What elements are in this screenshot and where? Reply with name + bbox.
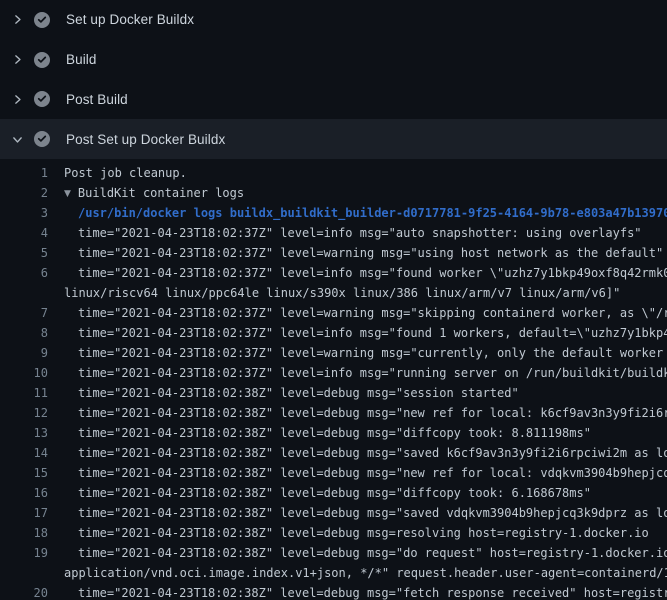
log-line: 1 Post job cleanup. bbox=[0, 163, 667, 183]
log-line-number[interactable]: 1 bbox=[0, 166, 48, 180]
step-label: Post Set up Docker Buildx bbox=[66, 132, 225, 147]
log-line-text: time="2021-04-23T18:02:38Z" level=debug … bbox=[48, 386, 667, 400]
log-line-number[interactable]: 16 bbox=[0, 486, 48, 500]
log-line-text: time="2021-04-23T18:02:38Z" level=debug … bbox=[48, 426, 667, 440]
log-line-number[interactable]: 4 bbox=[0, 226, 48, 240]
log-line-text: application/vnd.oci.image.index.v1+json,… bbox=[48, 566, 667, 580]
log-line-text: time="2021-04-23T18:02:38Z" level=debug … bbox=[48, 446, 667, 460]
log-line-number[interactable]: 11 bbox=[0, 386, 48, 400]
log-line: 11 time="2021-04-23T18:02:38Z" level=deb… bbox=[0, 383, 667, 403]
log-line: 12 time="2021-04-23T18:02:38Z" level=deb… bbox=[0, 403, 667, 423]
log-line-text: time="2021-04-23T18:02:37Z" level=info m… bbox=[48, 326, 667, 340]
log-line-text: time="2021-04-23T18:02:38Z" level=debug … bbox=[48, 586, 667, 600]
log-line: 8 time="2021-04-23T18:02:37Z" level=info… bbox=[0, 323, 667, 343]
chevron-right-icon bbox=[8, 11, 26, 29]
log-line-number[interactable]: 6 bbox=[0, 266, 48, 280]
log-line-text: time="2021-04-23T18:02:37Z" level=warnin… bbox=[48, 346, 667, 360]
log-line: 15 time="2021-04-23T18:02:38Z" level=deb… bbox=[0, 463, 667, 483]
log-line: 17 time="2021-04-23T18:02:38Z" level=deb… bbox=[0, 503, 667, 523]
log-line: application/vnd.oci.image.index.v1+json,… bbox=[0, 563, 667, 583]
log-line: 18 time="2021-04-23T18:02:38Z" level=deb… bbox=[0, 523, 667, 543]
log-line: 3 /usr/bin/docker logs buildx_buildkit_b… bbox=[0, 203, 667, 223]
log-line-text: time="2021-04-23T18:02:38Z" level=debug … bbox=[48, 406, 667, 420]
log-line-text: time="2021-04-23T18:02:37Z" level=info m… bbox=[48, 366, 667, 380]
log-line: 20 time="2021-04-23T18:02:38Z" level=deb… bbox=[0, 583, 667, 600]
log-line-number[interactable]: 7 bbox=[0, 306, 48, 320]
log-line: 7 time="2021-04-23T18:02:37Z" level=warn… bbox=[0, 303, 667, 323]
log-line-number[interactable]: 3 bbox=[0, 206, 48, 220]
log-line: 9 time="2021-04-23T18:02:37Z" level=warn… bbox=[0, 343, 667, 363]
log-group-line[interactable]: 2 ▼BuildKit container logs bbox=[0, 183, 667, 203]
chevron-right-icon bbox=[8, 51, 26, 69]
log-line-number[interactable]: 14 bbox=[0, 446, 48, 460]
log-line-text: /usr/bin/docker logs buildx_buildkit_bui… bbox=[48, 206, 667, 220]
chevron-down-icon bbox=[8, 130, 26, 148]
log-line-text: time="2021-04-23T18:02:37Z" level=info m… bbox=[48, 266, 667, 280]
log-line: 14 time="2021-04-23T18:02:38Z" level=deb… bbox=[0, 443, 667, 463]
log-area: 1 Post job cleanup. 2 ▼BuildKit containe… bbox=[0, 159, 667, 600]
log-line-number[interactable]: 2 bbox=[0, 186, 48, 200]
step-header-post-build[interactable]: Post Build bbox=[0, 80, 667, 120]
log-line-number[interactable]: 20 bbox=[0, 586, 48, 600]
log-line-text: linux/riscv64 linux/ppc64le linux/s390x … bbox=[48, 286, 667, 300]
log-line-number[interactable]: 19 bbox=[0, 546, 48, 560]
steps-list: Set up Docker Buildx Build P bbox=[0, 0, 667, 159]
log-line: 6 time="2021-04-23T18:02:37Z" level=info… bbox=[0, 263, 667, 283]
log-line-text: Post job cleanup. bbox=[48, 166, 667, 180]
log-line-number[interactable]: 10 bbox=[0, 366, 48, 380]
step-header-build[interactable]: Build bbox=[0, 40, 667, 80]
log-line-text: time="2021-04-23T18:02:38Z" level=debug … bbox=[48, 506, 667, 520]
log-line: 4 time="2021-04-23T18:02:37Z" level=info… bbox=[0, 223, 667, 243]
log-line-text: time="2021-04-23T18:02:37Z" level=warnin… bbox=[48, 246, 667, 260]
log-line-number[interactable]: 9 bbox=[0, 346, 48, 360]
log-line-number[interactable]: 15 bbox=[0, 466, 48, 480]
step-label: Build bbox=[66, 52, 97, 67]
log-line-text: ▼BuildKit container logs bbox=[48, 186, 667, 200]
log-line-number[interactable]: 13 bbox=[0, 426, 48, 440]
step-label: Set up Docker Buildx bbox=[66, 12, 194, 27]
step-label: Post Build bbox=[66, 92, 128, 107]
log-line-number[interactable]: 12 bbox=[0, 406, 48, 420]
log-line-number[interactable]: 8 bbox=[0, 326, 48, 340]
log-line-text: time="2021-04-23T18:02:38Z" level=debug … bbox=[48, 546, 667, 560]
log-line-text: time="2021-04-23T18:02:37Z" level=warnin… bbox=[48, 306, 667, 320]
step-header-set-up-docker-buildx[interactable]: Set up Docker Buildx bbox=[0, 0, 667, 40]
check-circle-icon bbox=[34, 12, 50, 28]
log-line: 10 time="2021-04-23T18:02:37Z" level=inf… bbox=[0, 363, 667, 383]
log-line-text: time="2021-04-23T18:02:38Z" level=debug … bbox=[48, 486, 667, 500]
log-line: 16 time="2021-04-23T18:02:38Z" level=deb… bbox=[0, 483, 667, 503]
step-header-post-set-up-docker-buildx[interactable]: Post Set up Docker Buildx bbox=[0, 119, 667, 159]
log-line-text: time="2021-04-23T18:02:37Z" level=info m… bbox=[48, 226, 667, 240]
log-line: 13 time="2021-04-23T18:02:38Z" level=deb… bbox=[0, 423, 667, 443]
chevron-right-icon bbox=[8, 90, 26, 108]
log-line-text: time="2021-04-23T18:02:38Z" level=debug … bbox=[48, 466, 667, 480]
log-line: 5 time="2021-04-23T18:02:37Z" level=warn… bbox=[0, 243, 667, 263]
log-line: 19 time="2021-04-23T18:02:38Z" level=deb… bbox=[0, 543, 667, 563]
log-line-number[interactable]: 5 bbox=[0, 246, 48, 260]
check-circle-icon bbox=[34, 52, 50, 68]
log-line: linux/riscv64 linux/ppc64le linux/s390x … bbox=[0, 283, 667, 303]
group-expanded-triangle-icon[interactable]: ▼ bbox=[64, 189, 71, 199]
log-line-text: time="2021-04-23T18:02:38Z" level=debug … bbox=[48, 526, 667, 540]
check-circle-icon bbox=[34, 131, 50, 147]
log-line-number[interactable]: 18 bbox=[0, 526, 48, 540]
check-circle-icon bbox=[34, 91, 50, 107]
log-line-number[interactable]: 17 bbox=[0, 506, 48, 520]
